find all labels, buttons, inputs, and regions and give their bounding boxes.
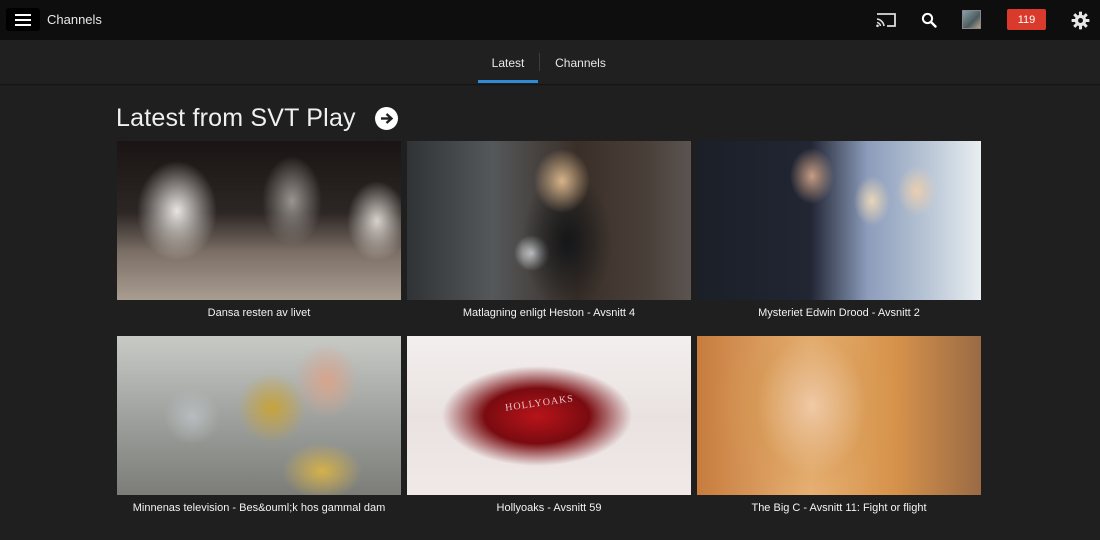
video-card[interactable]: Matlagning enligt Heston - Avsnitt 4 <box>407 141 691 319</box>
arrow-right-icon <box>381 113 393 124</box>
video-card[interactable]: Minnenas television - Bes&ouml;k hos gam… <box>117 336 401 514</box>
avatar[interactable] <box>962 10 981 29</box>
thumbnail-logo-text: HOLLYOAKS <box>504 393 575 414</box>
notification-badge[interactable]: 119 <box>1007 9 1046 30</box>
video-title: Matlagning enligt Heston - Avsnitt 4 <box>462 307 636 319</box>
page-title: Channels <box>47 12 102 27</box>
cast-icon <box>876 13 896 28</box>
video-card[interactable]: Dansa resten av livet <box>117 141 401 319</box>
see-all-button[interactable] <box>375 107 398 130</box>
video-thumbnail[interactable] <box>117 336 401 495</box>
search-button[interactable] <box>918 9 940 31</box>
video-thumbnail[interactable] <box>407 141 691 300</box>
tab-channels[interactable]: Channels <box>548 40 613 85</box>
video-title: Minnenas television - Bes&ouml;k hos gam… <box>132 502 386 514</box>
video-thumbnail[interactable] <box>697 141 981 300</box>
tab-latest[interactable]: Latest <box>478 40 538 85</box>
video-title: The Big C - Avsnitt 11: Fight or flight <box>751 502 927 514</box>
menu-button[interactable] <box>6 8 40 31</box>
section-title: Latest from SVT Play <box>116 104 356 132</box>
video-thumbnail[interactable]: HOLLYOAKS <box>407 336 691 495</box>
search-icon <box>921 12 937 28</box>
video-card[interactable]: HOLLYOAKS Hollyoaks - Avsnitt 59 <box>407 336 691 514</box>
tab-divider <box>539 53 540 71</box>
settings-button[interactable] <box>1068 9 1092 31</box>
cast-button[interactable] <box>873 9 899 31</box>
video-thumbnail[interactable] <box>697 336 981 495</box>
video-card[interactable]: The Big C - Avsnitt 11: Fight or flight <box>697 336 981 514</box>
video-card[interactable]: Mysteriet Edwin Drood - Avsnitt 2 <box>697 141 981 319</box>
main-content: Latest from SVT Play Dansa resten av liv… <box>0 86 1100 540</box>
menu-icon <box>15 13 31 16</box>
video-title: Dansa resten av livet <box>207 307 311 319</box>
top-app-bar: Channels 119 <box>0 0 1100 40</box>
video-thumbnail[interactable] <box>117 141 401 300</box>
video-title: Hollyoaks - Avsnitt 59 <box>496 502 602 514</box>
tab-bar: Latest Channels <box>0 40 1100 85</box>
video-title: Mysteriet Edwin Drood - Avsnitt 2 <box>758 307 920 319</box>
gear-icon <box>1071 11 1089 29</box>
